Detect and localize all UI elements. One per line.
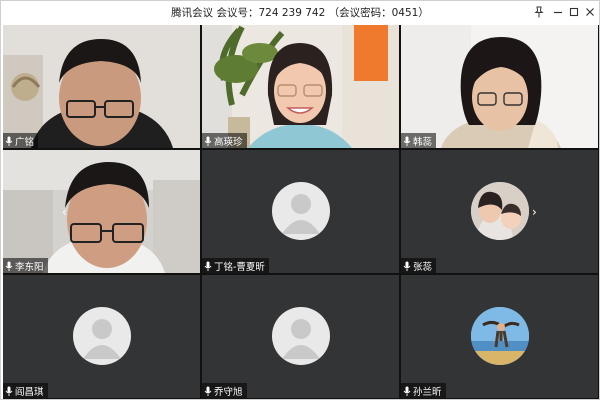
window-title: 腾讯会议 会议号：724 239 742 （会议密码：0451） (171, 7, 429, 19)
person-icon (82, 318, 121, 359)
microphone-icon (204, 136, 212, 146)
participant-tile[interactable]: 高瑛珍 (202, 25, 399, 148)
chevron-left-icon[interactable]: ‹ (62, 205, 67, 219)
microphone-icon (5, 261, 13, 271)
person-icon (281, 193, 320, 234)
participant-tile[interactable]: 广铭 (3, 25, 200, 148)
video-feed (401, 25, 598, 148)
participant-name-tag: 乔守旭 (202, 383, 247, 398)
video-feed (3, 150, 200, 273)
participant-name: 张蕊 (413, 261, 433, 273)
participant-tile[interactable]: ‹ 李东阳 (3, 150, 200, 273)
participant-name: 丁铭-曹夏昕 (214, 261, 265, 273)
microphone-icon (5, 136, 13, 146)
participant-name-tag: 李东阳 (3, 258, 48, 273)
participant-tile[interactable]: 乔守旭 (202, 275, 399, 398)
participant-name-tag: 韩蕊 (401, 133, 437, 148)
microphone-icon (403, 136, 411, 146)
participant-name: 孙兰昕 (413, 386, 442, 398)
minimize-button[interactable] (550, 4, 566, 20)
photo-avatar-icon (470, 181, 529, 240)
meeting-window: 腾讯会议 会议号：724 239 742 （会议密码：0451） 广铭 高瑛珍 … (0, 0, 600, 400)
maximize-button[interactable] (566, 4, 582, 20)
participant-name-tag: 阎昌琪 (3, 383, 48, 398)
participant-name-tag: 广铭 (3, 133, 39, 148)
participant-tile[interactable]: 丁铭-曹夏昕 (202, 150, 399, 273)
participant-name-tag: 高瑛珍 (202, 133, 247, 148)
video-feed (3, 25, 200, 148)
participant-name-tag: 丁铭-曹夏昕 (202, 258, 269, 273)
default-avatar (271, 306, 330, 365)
participant-name: 李东阳 (15, 261, 44, 273)
microphone-icon (204, 386, 212, 396)
title-bar: 腾讯会议 会议号：724 239 742 （会议密码：0451） (1, 1, 599, 25)
profile-photo (470, 181, 529, 240)
video-feed (202, 25, 399, 148)
participant-name: 乔守旭 (214, 386, 243, 398)
default-avatar (72, 306, 131, 365)
participant-name-tag: 孙兰昕 (401, 383, 446, 398)
photo-avatar-icon (470, 306, 529, 365)
participant-name: 广铭 (15, 136, 35, 148)
participant-name: 阎昌琪 (15, 386, 44, 398)
participant-tile[interactable]: 韩蕊 (401, 25, 598, 148)
default-avatar (271, 181, 330, 240)
microphone-icon (204, 261, 212, 271)
pin-icon[interactable] (531, 4, 547, 20)
profile-photo (470, 306, 529, 365)
participant-tile[interactable]: 孙兰昕 (401, 275, 598, 398)
person-icon (281, 318, 320, 359)
close-button[interactable] (582, 4, 598, 20)
participant-name-tag: 张蕊 (401, 258, 437, 273)
microphone-icon (403, 261, 411, 271)
participant-tile[interactable]: 阎昌琪 (3, 275, 200, 398)
video-grid: 广铭 高瑛珍 韩蕊 ‹ 李东阳 丁铭-曹夏昕 › 张蕊 阎昌琪 乔守旭 孙兰昕 (3, 25, 599, 399)
participant-name: 韩蕊 (413, 136, 433, 148)
participant-tile[interactable]: › 张蕊 (401, 150, 598, 273)
chevron-right-icon[interactable]: › (532, 205, 537, 219)
microphone-icon (5, 386, 13, 396)
participant-name: 高瑛珍 (214, 136, 243, 148)
microphone-icon (403, 386, 411, 396)
